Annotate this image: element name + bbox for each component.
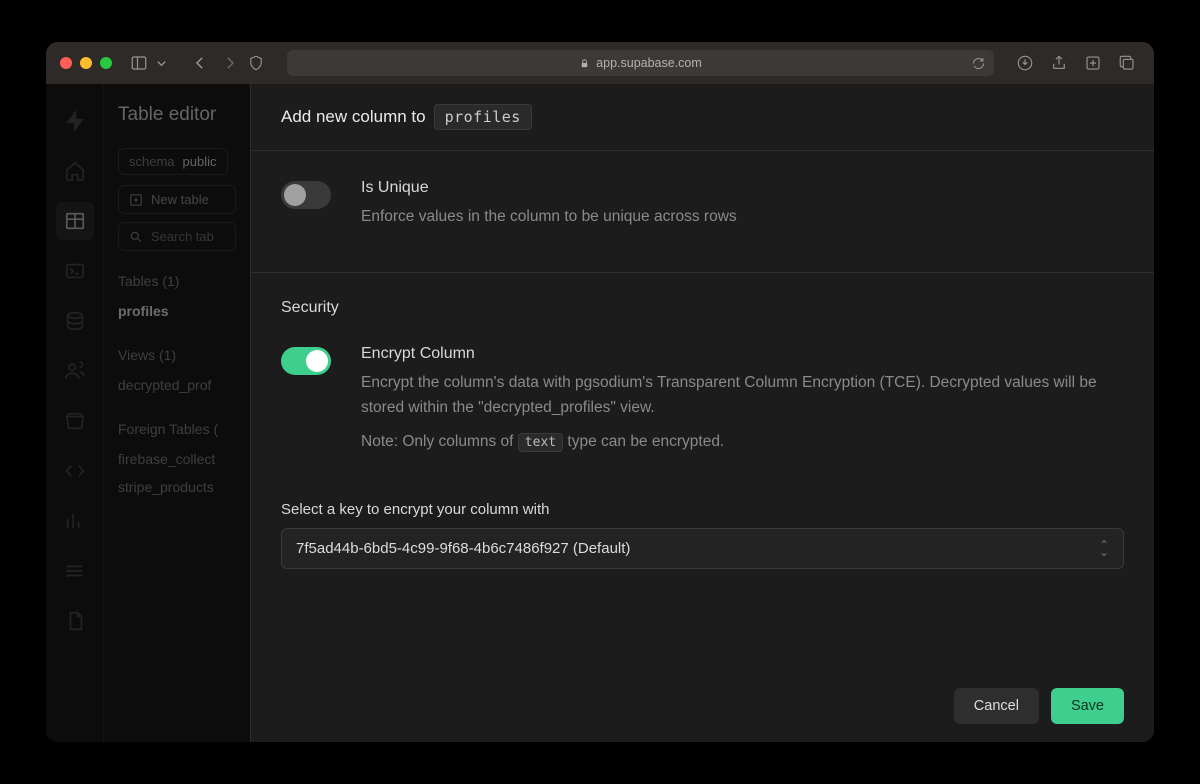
minimize-window-button[interactable]: [80, 57, 92, 69]
panel-body: Is Unique Enforce values in the column t…: [251, 151, 1154, 670]
sidebar-toggle[interactable]: [130, 54, 169, 72]
add-column-panel: Add new column to profiles Is Unique Enf…: [250, 84, 1154, 742]
home-icon[interactable]: [56, 152, 94, 190]
search-icon: [129, 230, 143, 244]
is-unique-option: Is Unique Enforce values in the column t…: [281, 165, 1124, 256]
encrypt-column-option: Encrypt Column Encrypt the column's data…: [281, 331, 1124, 481]
window-controls: [60, 57, 112, 69]
is-unique-toggle[interactable]: [281, 181, 331, 209]
sql-editor-icon[interactable]: [56, 252, 94, 290]
encrypt-column-desc-1: Encrypt the column's data with pgsodium'…: [361, 371, 1124, 421]
browser-window: app.supabase.com: [46, 42, 1154, 742]
reload-icon[interactable]: [971, 56, 986, 71]
auth-icon[interactable]: [56, 352, 94, 390]
docs-icon[interactable]: [56, 602, 94, 640]
encrypt-column-label: Encrypt Column: [361, 345, 1124, 363]
lock-icon: [579, 58, 590, 69]
nav-rail: [46, 84, 104, 742]
encryption-key-select[interactable]: 7f5ad44b-6bd5-4c99-9f68-4b6c7486f927 (De…: [281, 528, 1124, 569]
panel-header: Add new column to profiles: [251, 84, 1154, 151]
database-icon[interactable]: [56, 302, 94, 340]
new-table-button[interactable]: New table: [118, 185, 236, 214]
browser-titlebar: app.supabase.com: [46, 42, 1154, 84]
text-type-code: text: [518, 433, 563, 452]
search-tables-input[interactable]: Search tab: [118, 222, 236, 251]
edge-functions-icon[interactable]: [56, 452, 94, 490]
select-chevron-icon: ⌃⌄: [1099, 542, 1109, 556]
encrypt-column-desc-2: Note: Only columns of text type can be e…: [361, 430, 1124, 455]
back-button[interactable]: [191, 54, 209, 72]
shield-icon[interactable]: [247, 54, 265, 72]
maximize-window-button[interactable]: [100, 57, 112, 69]
reports-icon[interactable]: [56, 502, 94, 540]
new-tab-icon[interactable]: [1084, 54, 1102, 72]
app-content: Table editor schema public New table Sea…: [46, 84, 1154, 742]
address-bar[interactable]: app.supabase.com: [287, 50, 994, 76]
storage-icon[interactable]: [56, 402, 94, 440]
cancel-button[interactable]: Cancel: [954, 688, 1039, 724]
forward-button[interactable]: [221, 54, 239, 72]
tabs-icon[interactable]: [1118, 54, 1136, 72]
download-icon[interactable]: [1016, 54, 1034, 72]
is-unique-desc: Enforce values in the column to be uniqu…: [361, 205, 737, 230]
supabase-logo-icon[interactable]: [56, 102, 94, 140]
share-icon[interactable]: [1050, 54, 1068, 72]
is-unique-label: Is Unique: [361, 179, 737, 197]
plus-square-icon: [129, 193, 143, 207]
encryption-key-label: Select a key to encrypt your column with: [281, 501, 1124, 518]
security-heading: Security: [281, 299, 1124, 317]
table-name-code: profiles: [434, 104, 532, 130]
panel-footer: Cancel Save: [251, 670, 1154, 742]
encrypt-column-toggle[interactable]: [281, 347, 331, 375]
close-window-button[interactable]: [60, 57, 72, 69]
encryption-key-value: 7f5ad44b-6bd5-4c99-9f68-4b6c7486f927 (De…: [296, 540, 630, 557]
divider: [251, 272, 1154, 273]
save-button[interactable]: Save: [1051, 688, 1124, 724]
url-text: app.supabase.com: [596, 56, 702, 70]
schema-selector[interactable]: schema public: [118, 148, 228, 175]
logs-icon[interactable]: [56, 552, 94, 590]
table-editor-icon[interactable]: [56, 202, 94, 240]
